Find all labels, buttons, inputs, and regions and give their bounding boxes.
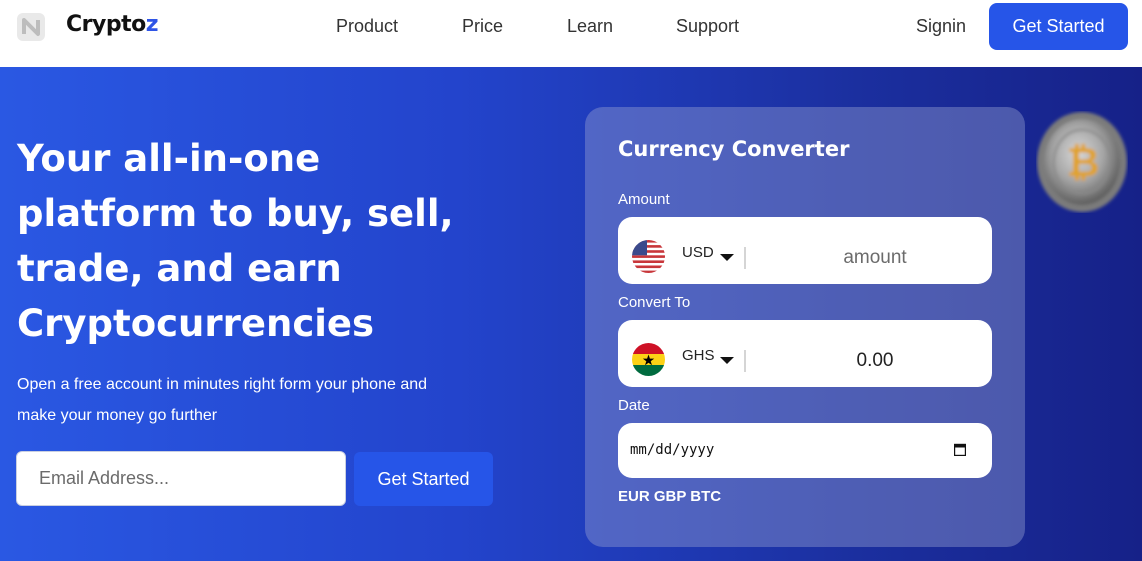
to-currency-select[interactable]: GHS <box>682 347 715 364</box>
field-divider <box>744 247 746 269</box>
brand-logo-icon[interactable] <box>16 12 46 42</box>
nav-link-learn[interactable]: Learn <box>567 16 613 37</box>
amount-input[interactable]: amount <box>758 247 992 269</box>
ghana-flag-icon <box>632 343 665 376</box>
email-input[interactable] <box>16 451 346 506</box>
top-nav: Cryptoz Product Price Learn Support Sign… <box>0 0 1142 67</box>
hero-subtext: Open a free account in minutes right for… <box>17 369 497 431</box>
headline-line: platform to buy, sell, <box>17 192 454 235</box>
hero-headline: Your all-in-one platform to buy, sell, t… <box>17 131 577 351</box>
hero-section: Your all-in-one platform to buy, sell, t… <box>0 67 1142 561</box>
hero-get-started-button[interactable]: Get Started <box>354 452 493 506</box>
signin-link[interactable]: Signin <box>916 16 966 37</box>
nav-link-price[interactable]: Price <box>462 16 503 37</box>
nav-link-support[interactable]: Support <box>676 16 739 37</box>
headline-line: Your all-in-one <box>17 137 321 180</box>
from-currency-select[interactable]: USD <box>682 244 714 261</box>
subtext-line: make your money go further <box>17 407 218 424</box>
subtext-line: Open a free account in minutes right for… <box>17 376 428 393</box>
calendar-icon[interactable] <box>954 443 966 456</box>
headline-line: trade, and earn <box>17 247 342 290</box>
currency-list: EUR GBP BTC <box>618 488 722 505</box>
amount-label: Amount <box>618 191 670 208</box>
convert-to-label: Convert To <box>618 294 691 311</box>
date-placeholder: mm/dd/yyyy <box>630 442 715 458</box>
amount-field: USD amount <box>618 217 992 284</box>
brand-name[interactable]: Cryptoz <box>66 12 159 37</box>
currency-converter-card: Currency Converter Amount USD amount Con… <box>585 107 1025 547</box>
converter-title: Currency Converter <box>618 137 850 161</box>
convert-to-field: GHS 0.00 <box>618 320 992 387</box>
nav-get-started-button[interactable]: Get Started <box>989 3 1128 50</box>
date-label: Date <box>618 397 650 414</box>
us-flag-icon <box>632 240 665 273</box>
chevron-down-icon[interactable] <box>720 254 734 261</box>
headline-line: Cryptocurrencies <box>17 302 375 345</box>
field-divider <box>744 350 746 372</box>
nav-link-product[interactable]: Product <box>336 16 398 37</box>
date-input[interactable]: mm/dd/yyyy <box>618 423 992 478</box>
svg-text:₿: ₿ <box>1067 140 1100 186</box>
converted-value: 0.00 <box>856 350 894 371</box>
bitcoin-coin-icon: ₿ <box>1037 112 1127 212</box>
chevron-down-icon[interactable] <box>720 357 734 364</box>
